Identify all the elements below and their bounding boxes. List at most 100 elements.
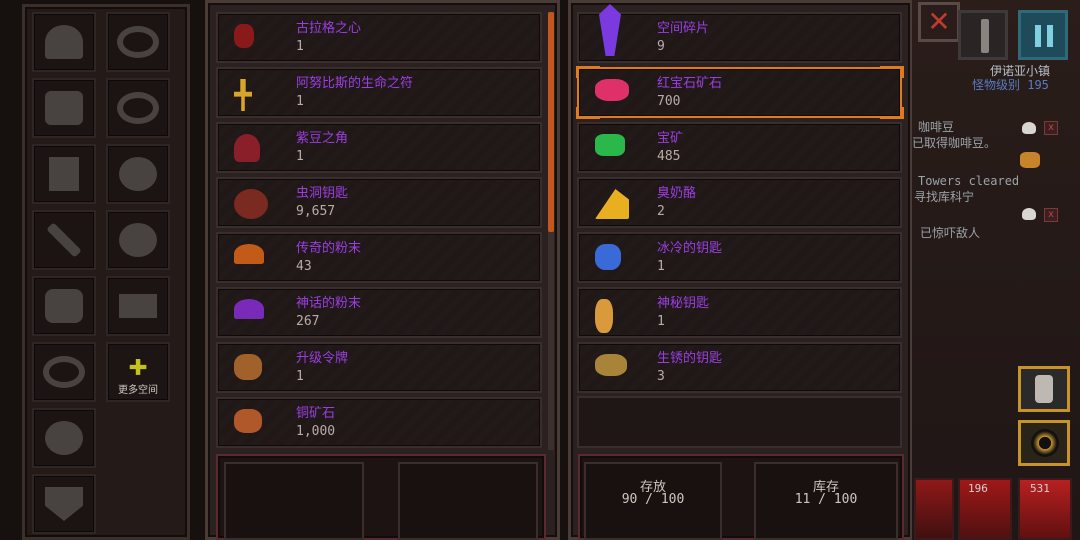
more-space-button[interactable]: ✚ 更多空间: [106, 342, 170, 402]
item-quantity: 1: [296, 369, 304, 384]
sword-skill-button[interactable]: [958, 10, 1008, 60]
item-row[interactable]: 空间碎片 9: [577, 4, 902, 63]
item-row[interactable]: 阿努比斯的生命之符 1: [216, 67, 542, 118]
stash-action-box-left[interactable]: [224, 462, 364, 540]
stash-action-box-right[interactable]: [398, 462, 538, 540]
empty-inventory-row[interactable]: [577, 396, 902, 448]
ankh-icon: [234, 79, 252, 111]
potion-icon: [119, 157, 157, 191]
item-row[interactable]: 紫豆之角 1: [216, 122, 542, 173]
item-row[interactable]: 传奇的粉末 43: [216, 232, 542, 283]
potion-slot[interactable]: [106, 144, 170, 204]
inventory-capacity-box: 库存 11 / 100: [754, 462, 898, 540]
skill-slot-2[interactable]: 531: [1018, 478, 1072, 540]
skill-slot-1[interactable]: 196: [958, 478, 1012, 540]
item-row[interactable]: 神秘钥匙 1: [577, 287, 902, 338]
quest2-title: Towers cleared: [918, 174, 1020, 188]
quest1-dismiss-button[interactable]: x: [1044, 121, 1058, 135]
horn-icon: [234, 134, 260, 162]
mystic-key-icon: [595, 299, 613, 333]
eyepatch-icon: [43, 356, 85, 388]
item-name: 空间碎片: [657, 21, 710, 36]
potion-skill-button[interactable]: [1018, 366, 1070, 412]
legendary-powder-icon: [234, 244, 264, 264]
stash-scroll-thumb[interactable]: [548, 12, 554, 232]
ruby-ore-icon: [595, 79, 629, 101]
skull-icon: [1022, 122, 1036, 134]
quest1-title: 咖啡豆: [918, 120, 955, 134]
item-quantity: 267: [296, 314, 320, 329]
item-quantity: 3: [657, 369, 665, 384]
wormhole-key-icon: [234, 189, 268, 219]
belt-slot[interactable]: [106, 276, 170, 336]
offhand-slot[interactable]: [106, 210, 170, 270]
item-row[interactable]: 神话的粉末 267: [216, 287, 542, 338]
vortex-icon: [1031, 429, 1059, 457]
orb-icon: [119, 223, 157, 257]
item-row[interactable]: 宝矿 485: [577, 122, 902, 173]
item-quantity: 1: [296, 94, 304, 109]
skill-slot-0[interactable]: [914, 478, 954, 540]
item-quantity: 1: [657, 259, 665, 274]
ice-key-icon: [595, 244, 621, 270]
quest3-status: 已惊吓敌人: [920, 226, 981, 240]
item-name: 阿努比斯的生命之符: [296, 76, 414, 91]
chest-armor-slot[interactable]: [32, 78, 96, 138]
weapon-slot[interactable]: [32, 210, 96, 270]
mythic-powder-icon: [234, 299, 264, 319]
item-row-selected[interactable]: 红宝石矿石 700: [577, 67, 902, 118]
charm-icon: [45, 421, 83, 455]
item-row[interactable]: 臭奶酪 2: [577, 177, 902, 228]
shield-slot[interactable]: [32, 474, 96, 534]
quest2-dismiss-button[interactable]: x: [1044, 208, 1058, 222]
sword-icon: [981, 19, 989, 53]
item-quantity: 2: [657, 204, 665, 219]
pause-button[interactable]: [1018, 10, 1068, 60]
item-name: 冰冷的钥匙: [657, 241, 723, 256]
gloves-slot[interactable]: [32, 276, 96, 336]
item-row[interactable]: 升级令牌 1: [216, 342, 542, 393]
item-row[interactable]: 虫洞钥匙 9,657: [216, 177, 542, 228]
vortex-skill-button[interactable]: [1018, 420, 1070, 466]
skill-slot-1-count: 196: [968, 482, 988, 495]
item-quantity: 1: [296, 39, 304, 54]
charm-slot[interactable]: [32, 408, 96, 468]
emerald-ore-icon: [595, 134, 625, 156]
item-name: 生锈的钥匙: [657, 351, 723, 366]
ring-slot[interactable]: [106, 12, 170, 72]
canister-icon: [1035, 375, 1053, 403]
selection-bracket-tr: [880, 66, 904, 78]
item-name: 神话的粉末: [296, 296, 362, 311]
selection-bracket-br: [880, 107, 904, 119]
item-row[interactable]: 冰冷的钥匙 1: [577, 232, 902, 283]
amulet-slot[interactable]: [106, 78, 170, 138]
belt-icon: [119, 294, 157, 318]
amulet-icon: [117, 92, 159, 124]
item-quantity: 9: [657, 39, 665, 54]
rusty-key-icon: [595, 354, 627, 376]
ring-icon: [117, 26, 159, 58]
item-name: 神秘钥匙: [657, 296, 710, 311]
item-quantity: 1: [657, 314, 665, 329]
boots-slot[interactable]: [32, 144, 96, 204]
item-name: 传奇的粉末: [296, 241, 362, 256]
item-row[interactable]: 生锈的钥匙 3: [577, 342, 902, 393]
item-name: 紫豆之角: [296, 131, 349, 146]
item-name: 臭奶酪: [657, 186, 697, 201]
item-row[interactable]: 铜矿石 1,000: [216, 397, 542, 448]
item-row[interactable]: 古拉格之心 1: [216, 12, 542, 63]
space-shard-icon: [599, 4, 621, 56]
accessory-slot[interactable]: [32, 342, 96, 402]
helmet-slot[interactable]: [32, 12, 96, 72]
shield-icon: [45, 487, 83, 521]
more-space-label: 更多空间: [118, 384, 158, 396]
item-name: 虫洞钥匙: [296, 186, 349, 201]
quest1-status: 已取得咖啡豆。: [912, 136, 997, 150]
inventory-capacity-value: 11 / 100: [794, 492, 858, 507]
item-quantity: 700: [657, 94, 681, 109]
monster-level: 怪物级别 195: [972, 78, 1049, 92]
heart-icon: [234, 24, 254, 48]
close-button[interactable]: ✕: [918, 2, 960, 42]
close-icon: ✕: [927, 5, 951, 38]
item-name: 古拉格之心: [296, 21, 362, 36]
